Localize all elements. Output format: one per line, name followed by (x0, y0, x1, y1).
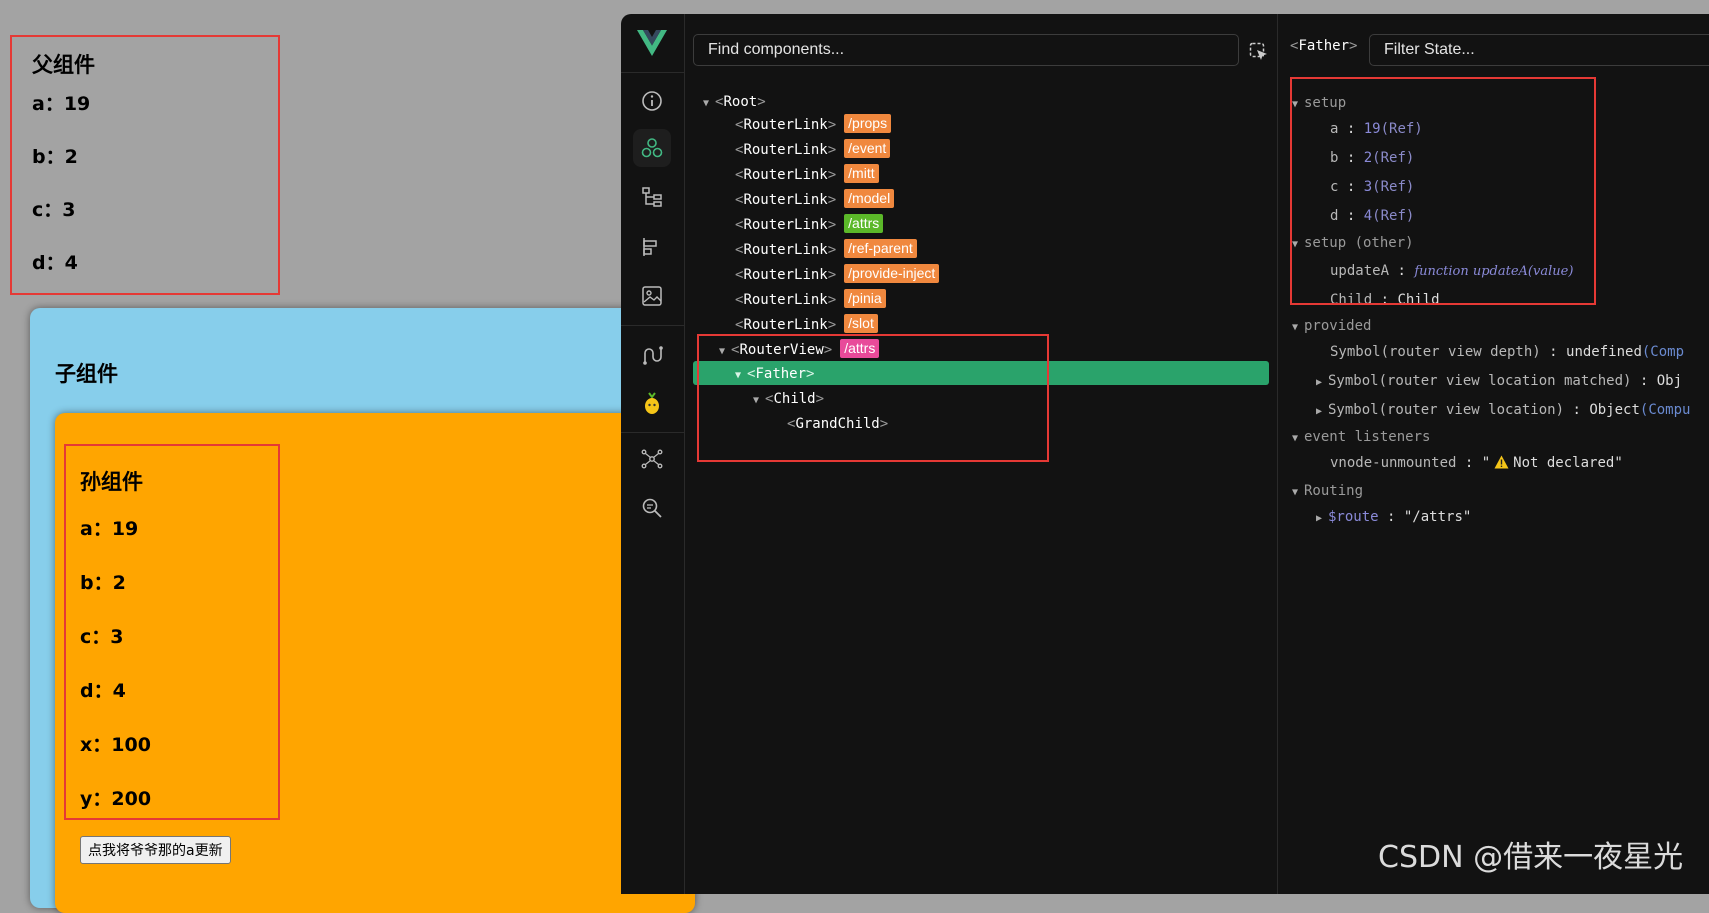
tree-node-label: RouterLink (743, 217, 828, 233)
grandchild-line-d: d：4 (80, 680, 126, 702)
father-line-d: d：4 (32, 252, 78, 274)
provided-item[interactable]: ▶ Symbol(router view location matched) : … (1316, 370, 1682, 392)
state-value: Object (1589, 402, 1640, 418)
grandchild-title: 孙组件 (80, 470, 143, 494)
inspect-search-icon[interactable] (633, 489, 671, 527)
assets-icon[interactable] (633, 277, 671, 315)
timeline-icon[interactable] (633, 228, 671, 266)
tree-node-root[interactable]: ▼ <Root> (703, 91, 766, 113)
routing-item-route[interactable]: ▶ $route : "/attrs" (1316, 506, 1471, 528)
route-badge: /provide-inject (844, 264, 940, 283)
select-component-icon[interactable] (1249, 42, 1269, 62)
route-badge: /props (844, 114, 892, 133)
provided-item[interactable]: Symbol(router view depth) : undefined(Co… (1330, 341, 1684, 363)
sidebar-divider (621, 325, 684, 326)
grandchild-line-y: y：200 (80, 788, 152, 810)
collapse-arrow-icon[interactable]: ▼ (1292, 482, 1304, 504)
tree-node-label: RouterLink (743, 167, 828, 183)
route-badge: /mitt (844, 164, 879, 183)
tree-node-label: RouterLink (743, 117, 828, 133)
route-badge: /ref-parent (844, 239, 917, 258)
grandchild-values-box: 孙组件 a：19 b：2 c：3 d：4 x：100 y：200 (64, 444, 280, 820)
tree-node-routerlink[interactable]: <RouterLink>/provide-inject (735, 264, 940, 286)
section-label: Routing (1304, 483, 1364, 499)
warning-icon (1494, 454, 1509, 476)
state-key: $route (1328, 509, 1379, 525)
route-badge: /slot (844, 314, 878, 333)
grandchild-line-a: a：19 (80, 518, 139, 540)
state-type: (Comp (1641, 344, 1685, 360)
component-tree-icon[interactable] (633, 178, 671, 216)
tree-node-routerlink[interactable]: <RouterLink>/ref-parent (735, 239, 917, 261)
annotation-box-state (1290, 77, 1596, 305)
tree-node-routerlink[interactable]: <RouterLink>/props (735, 114, 892, 136)
graph-icon[interactable] (633, 440, 671, 478)
tree-node-label: RouterLink (743, 192, 828, 208)
section-label: provided (1304, 318, 1372, 334)
tree-node-routerlink[interactable]: <RouterLink>/model (735, 189, 895, 211)
pinia-icon[interactable] (633, 384, 671, 422)
components-icon[interactable] (633, 129, 671, 167)
grandchild-line-b: b：2 (80, 572, 126, 594)
selected-component-label: Father (1298, 38, 1350, 54)
tree-node-routerlink[interactable]: <RouterLink>/event (735, 139, 891, 161)
provided-item[interactable]: ▶ Symbol(router view location) : Object(C… (1316, 399, 1690, 421)
grandchild-line-x: x：100 (80, 734, 151, 756)
collapse-arrow-icon[interactable]: ▼ (703, 93, 709, 115)
update-a-button[interactable]: 点我将爷爷那的a更新 (80, 836, 231, 864)
collapse-arrow-icon[interactable]: ▼ (1292, 317, 1304, 339)
sidebar-divider (621, 432, 684, 433)
devtools-sidebar (621, 14, 685, 894)
tree-node-routerlink[interactable]: <RouterLink>/slot (735, 314, 878, 336)
father-component-box: 父组件 a：19 b：2 c：3 d：4 (10, 35, 280, 295)
selected-component-name: <Father> (1290, 38, 1358, 54)
expand-arrow-icon[interactable]: ▶ (1316, 401, 1328, 423)
father-line-c: c：3 (32, 199, 76, 221)
route-badge: /attrs (844, 214, 884, 233)
sidebar-divider (621, 72, 684, 73)
info-icon[interactable] (633, 82, 671, 120)
route-badge: /model (844, 189, 895, 208)
section-label: event listeners (1304, 429, 1431, 445)
section-event-listeners[interactable]: ▼ event listeners (1292, 426, 1430, 448)
section-provided[interactable]: ▼ provided (1292, 315, 1371, 337)
state-key: Symbol(router view location) (1328, 402, 1565, 418)
grandchild-line-c: c：3 (80, 626, 124, 648)
event-item-vnode-unmounted[interactable]: vnode-unmounted : " Not declared" (1330, 452, 1623, 474)
router-icon[interactable] (633, 336, 671, 374)
tree-node-routerlink[interactable]: <RouterLink>/mitt (735, 164, 879, 186)
tree-node-routerlink[interactable]: <RouterLink>/pinia (735, 289, 886, 311)
route-badge: /event (844, 139, 891, 158)
route-badge: /pinia (844, 289, 886, 308)
state-type: (Compu (1639, 402, 1691, 418)
state-value: "/attrs" (1403, 509, 1472, 525)
tree-node-label: RouterLink (743, 317, 828, 333)
tree-node-label: RouterLink (743, 142, 828, 158)
tree-node-label: RouterLink (743, 267, 828, 283)
expand-arrow-icon[interactable]: ▶ (1316, 372, 1328, 394)
state-value: undefined (1566, 344, 1642, 360)
state-value: Not declared (1513, 455, 1615, 471)
tree-node-label: RouterLink (743, 242, 828, 258)
state-key: Symbol(router view depth) (1330, 344, 1541, 360)
state-key: vnode-unmounted (1330, 455, 1457, 471)
father-line-b: b：2 (32, 146, 78, 168)
section-routing[interactable]: ▼ Routing (1292, 480, 1363, 502)
father-line-a: a：19 (32, 93, 91, 115)
state-key: Symbol(router view location matched) (1328, 373, 1632, 389)
collapse-arrow-icon[interactable]: ▼ (1292, 428, 1304, 450)
state-value: Obj (1656, 373, 1683, 389)
tree-node-label: RouterLink (743, 292, 828, 308)
father-title: 父组件 (32, 53, 95, 77)
csdn-watermark: CSDN @借来一夜星光 (1378, 840, 1684, 875)
find-components-input[interactable] (693, 34, 1239, 66)
tree-node-routerlink[interactable]: <RouterLink>/attrs (735, 214, 884, 236)
filter-state-input[interactable] (1369, 34, 1709, 66)
annotation-box-tree (697, 334, 1049, 462)
child-title: 子组件 (55, 362, 118, 386)
vue-logo-icon (637, 30, 667, 56)
expand-arrow-icon[interactable]: ▶ (1316, 508, 1328, 530)
tree-node-label: Root (723, 94, 758, 110)
